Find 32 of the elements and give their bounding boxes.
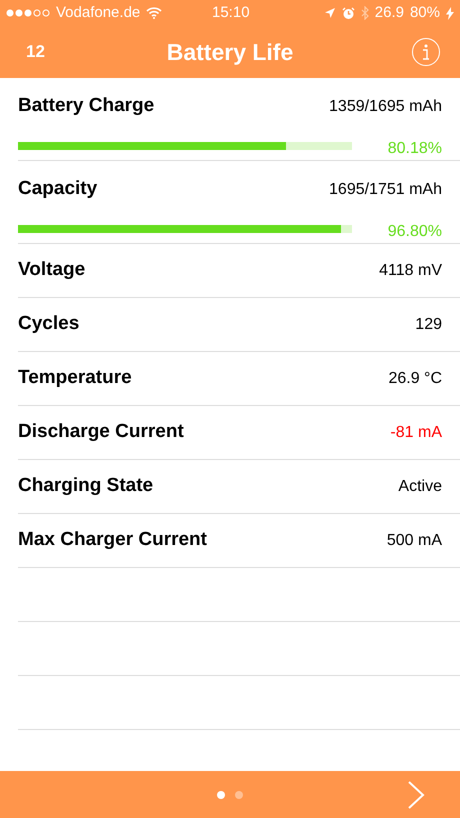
row-label: Charging State xyxy=(18,474,154,498)
row-label: Temperature xyxy=(18,366,132,390)
row-label: Max Charger Current xyxy=(18,528,207,552)
next-button[interactable] xyxy=(406,778,426,810)
meter-percent: 80.18% xyxy=(388,138,442,158)
battery-percent: 80% xyxy=(410,2,440,23)
info-button[interactable] xyxy=(412,38,440,66)
row-value: 26.9 °C xyxy=(388,368,442,388)
meter-label: Battery Charge xyxy=(18,94,154,118)
meter-percent: 96.80% xyxy=(388,222,442,242)
header-count: 12 xyxy=(26,41,45,64)
wifi-icon xyxy=(146,7,162,19)
row-value: 4118 mV xyxy=(379,260,442,280)
alarm-clock-icon xyxy=(342,6,355,20)
row-value: -81 mA xyxy=(390,422,442,442)
location-arrow-icon xyxy=(324,7,336,19)
row-label: Discharge Current xyxy=(18,420,184,444)
row-value: 500 mA xyxy=(386,530,442,550)
carrier-name: Vodafone.de xyxy=(56,2,140,23)
row-label: Voltage xyxy=(18,258,86,282)
row-value: 129 xyxy=(415,314,442,334)
charging-bolt-icon xyxy=(446,6,454,20)
meter-value: 1695/1751 mAh xyxy=(329,180,442,200)
row-label: Cycles xyxy=(18,312,80,336)
signal-icon xyxy=(6,9,52,17)
screen-title: Battery Life xyxy=(166,38,294,67)
meter-value: 1359/1695 mAh xyxy=(329,97,442,117)
meter-label: Capacity xyxy=(18,177,98,201)
status-time: 15:10 xyxy=(212,2,250,23)
row-value: Active xyxy=(398,476,442,496)
info-icon xyxy=(422,44,430,60)
status-temperature: 26.9 xyxy=(374,2,404,23)
